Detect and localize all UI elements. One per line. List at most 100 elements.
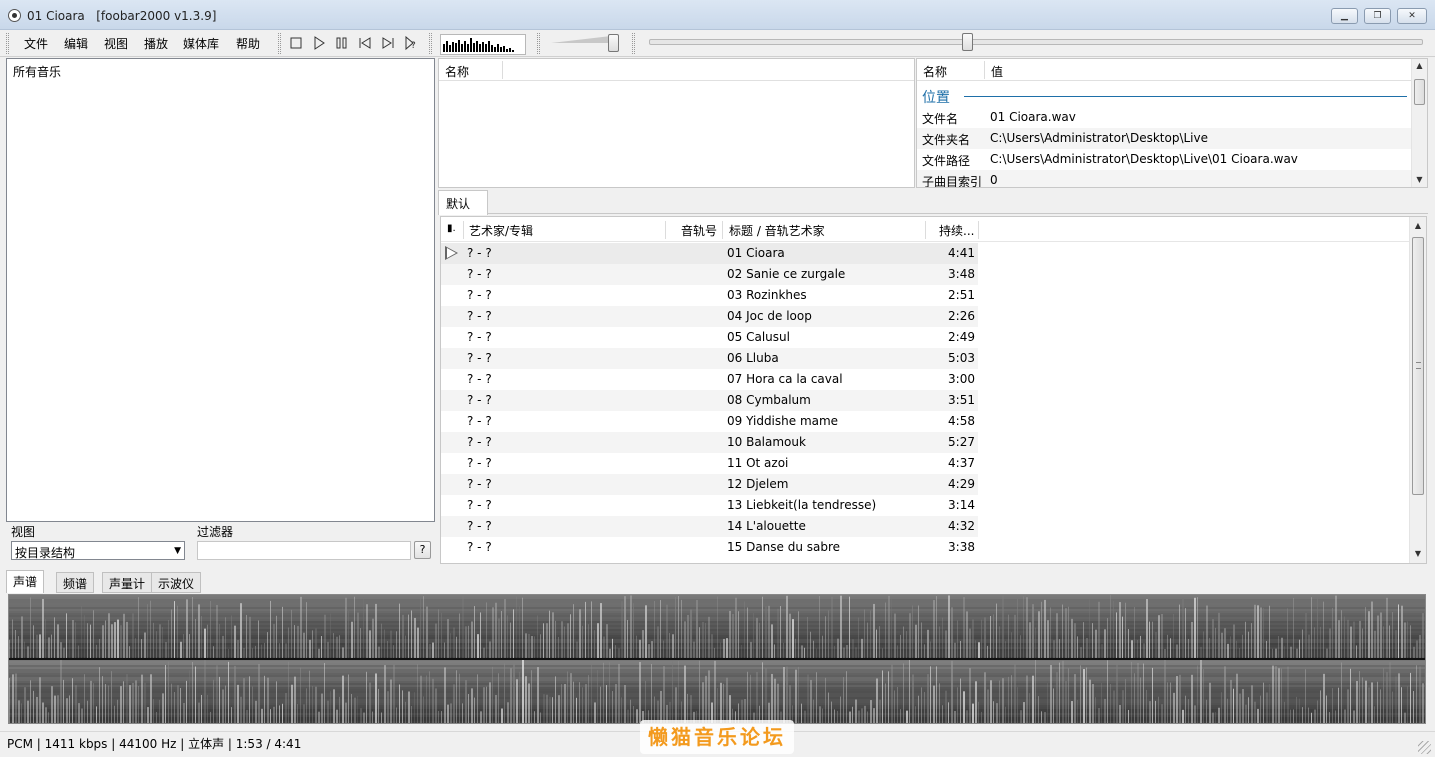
column-header-name[interactable]: 名称 (923, 63, 947, 80)
cell-title: 14 L'alouette (727, 519, 806, 533)
spectrogram-view[interactable] (8, 594, 1426, 724)
properties-panel[interactable]: 名称 值 位置 文件名 01 Cioara.wav 文件夹名 C:\Users\… (916, 58, 1428, 188)
scroll-up-icon[interactable]: ▲ (1412, 61, 1427, 70)
playlist-row[interactable]: ? - ? 06 Lluba 5:03 (441, 348, 978, 369)
cell-duration: 4:41 (948, 246, 975, 260)
playlist-row[interactable]: ? - ? 05 Calusul 2:49 (441, 327, 978, 348)
column-divider[interactable] (925, 221, 926, 239)
cell-title: 12 Djelem (727, 477, 789, 491)
column-header-track-number[interactable]: 音轨号 (681, 222, 717, 239)
playlist-row[interactable]: ? - ? 12 Djelem 4:29 (441, 474, 978, 495)
cell-artist-album: ? - ? (467, 477, 492, 491)
tab-default-playlist[interactable]: 默认 (438, 190, 488, 215)
seekbar-thumb[interactable] (962, 33, 973, 51)
resize-grip-icon[interactable] (1418, 741, 1431, 754)
status-text: PCM | 1411 kbps | 44100 Hz | 立体声 | 1:53 … (7, 737, 302, 751)
playlist-row[interactable]: ? - ? 13 Liebkeit(la tendresse) 3:14 (441, 495, 978, 516)
random-button[interactable]: ? (403, 35, 419, 51)
filter-input[interactable] (197, 541, 411, 560)
toolbar-grip[interactable] (6, 33, 9, 54)
scroll-down-icon[interactable]: ▼ (1410, 549, 1426, 558)
volume-slider-thumb[interactable] (608, 34, 619, 52)
property-name: 子曲目索引 (922, 175, 983, 188)
column-header-title[interactable]: 标题 / 音轨艺术家 (729, 222, 825, 239)
view-dropdown[interactable]: 按目录结构 ▼ (11, 541, 185, 560)
menu-help[interactable]: 帮助 (236, 35, 260, 52)
selection-panel[interactable]: 名称 (438, 58, 915, 188)
cell-artist-album: ? - ? (467, 519, 492, 533)
playlist-row[interactable]: ? - ? 02 Sanie ce zurgale 3:48 (441, 264, 978, 285)
playlist-scrollbar[interactable]: ▲ ▼ (1409, 217, 1426, 563)
menu-library[interactable]: 媒体库 (183, 35, 219, 52)
playlist-row[interactable]: ? - ? 09 Yiddishe mame 4:58 (441, 411, 978, 432)
volume-track[interactable] (551, 36, 611, 43)
toolbar-grip[interactable] (632, 33, 635, 54)
maximize-button[interactable]: ❐ (1364, 8, 1391, 24)
menu-file[interactable]: 文件 (24, 35, 48, 52)
playlist-row[interactable]: ? - ? 04 Joc de loop 2:26 (441, 306, 978, 327)
mini-spectrum-visualizer[interactable] (440, 34, 526, 55)
column-divider[interactable] (978, 221, 979, 239)
scroll-down-icon[interactable]: ▼ (1412, 175, 1427, 184)
column-divider[interactable] (984, 61, 985, 79)
cell-duration: 4:32 (948, 519, 975, 533)
column-header-value[interactable]: 值 (991, 63, 1003, 80)
menu-view[interactable]: 视图 (104, 35, 128, 52)
foobar-app-icon[interactable] (8, 9, 21, 22)
playlist-row[interactable]: ? - ? 15 Danse du sabre 3:38 (441, 537, 978, 558)
visualizer-bar (467, 44, 469, 52)
scrollbar-thumb[interactable] (1412, 237, 1424, 495)
playlist-row[interactable]: ? - ? 07 Hora ca la caval 3:00 (441, 369, 978, 390)
column-divider[interactable] (665, 221, 666, 239)
playlist-row[interactable]: ? - ? 14 L'alouette 4:32 (441, 516, 978, 537)
column-divider[interactable] (463, 221, 464, 239)
property-row[interactable]: 子曲目索引 0 (917, 170, 1411, 188)
cell-duration: 3:38 (948, 540, 975, 554)
cell-title: 04 Joc de loop (727, 309, 812, 323)
cell-title: 03 Rozinkhes (727, 288, 807, 302)
toolbar-grip[interactable] (278, 33, 281, 54)
playlist-row[interactable]: ? - ? 10 Balamouk 5:27 (441, 432, 978, 453)
filter-help-button[interactable]: ? (414, 541, 431, 559)
playlist-row[interactable]: ? - ? 08 Cymbalum 3:51 (441, 390, 978, 411)
title-bar[interactable]: 01 Cioara [foobar2000 v1.3.9] ▁ ❐ ✕ (0, 0, 1435, 30)
menu-edit[interactable]: 编辑 (64, 35, 88, 52)
library-tree[interactable]: 所有音乐 (6, 58, 435, 522)
tree-item-all-music[interactable]: 所有音乐 (13, 63, 61, 80)
scrollbar-thumb[interactable] (1414, 79, 1425, 105)
column-divider[interactable] (502, 61, 503, 79)
column-header-status[interactable]: ▮. (447, 223, 456, 234)
property-row[interactable]: 文件名 01 Cioara.wav (917, 107, 1411, 128)
column-divider[interactable] (722, 221, 723, 239)
previous-button[interactable] (357, 35, 373, 51)
column-header-name[interactable]: 名称 (445, 63, 469, 80)
stop-button[interactable] (288, 35, 304, 51)
playlist-row-playing[interactable]: ? - ? 01 Cioara 4:41 (441, 243, 978, 264)
playlist-row[interactable]: ? - ? 11 Ot azoi 4:37 (441, 453, 978, 474)
property-row[interactable]: 文件夹名 C:\Users\Administrator\Desktop\Live (917, 128, 1411, 149)
column-header-duration[interactable]: 持续... (939, 222, 974, 239)
scroll-up-icon[interactable]: ▲ (1410, 221, 1426, 230)
next-button[interactable] (380, 35, 396, 51)
cell-duration: 5:27 (948, 435, 975, 449)
tab-oscilloscope[interactable]: 示波仪 (151, 572, 202, 593)
visualizer-bar (485, 44, 487, 52)
toolbar-grip[interactable] (429, 33, 432, 54)
play-button[interactable] (311, 35, 327, 51)
pause-button[interactable] (334, 35, 350, 51)
property-value: 0 (990, 173, 998, 187)
close-button[interactable]: ✕ (1397, 8, 1427, 24)
minimize-button[interactable]: ▁ (1331, 8, 1358, 24)
column-header-artist-album[interactable]: 艺术家/专辑 (469, 222, 533, 239)
playlist-row[interactable]: ? - ? 03 Rozinkhes 2:51 (441, 285, 978, 306)
toolbar-grip[interactable] (537, 33, 540, 54)
menu-playback[interactable]: 播放 (144, 35, 168, 52)
tab-spectrum[interactable]: 频谱 (56, 572, 95, 593)
playlist-view[interactable]: ▮. 艺术家/专辑 音轨号 标题 / 音轨艺术家 持续... ? - ? 01 … (440, 216, 1427, 564)
property-row[interactable]: 文件路径 C:\Users\Administrator\Desktop\Live… (917, 149, 1411, 170)
tab-volume-meter[interactable]: 声量计 (102, 572, 153, 593)
tab-spectrogram[interactable]: 声谱 (6, 570, 45, 593)
seekbar[interactable] (649, 39, 1423, 45)
cell-duration: 2:26 (948, 309, 975, 323)
properties-scrollbar[interactable]: ▲ ▼ (1411, 59, 1427, 187)
